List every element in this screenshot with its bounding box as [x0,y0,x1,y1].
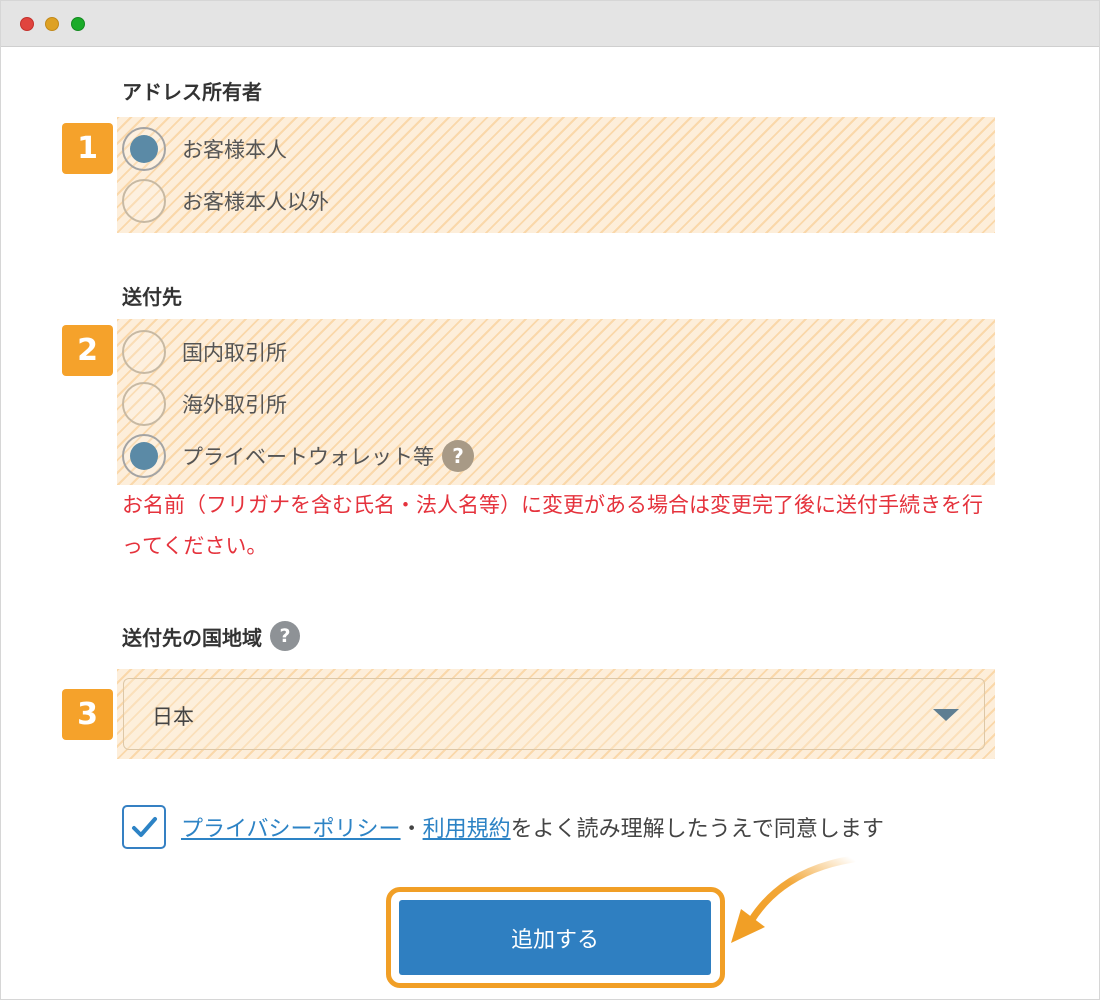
browser-window: アドレス所有者 1 お客様本人 お客様本人以外 送付先 2 国内取引所 海外取引… [0,0,1100,1000]
name-change-warning: お名前（フリガナを含む氏名・法人名等）に変更がある場合は変更完了後に送付手続きを… [122,493,983,558]
agreement-separator: ・ [400,817,423,842]
country-select-value: 日本 [152,705,194,729]
destination-option-label: 海外取引所 [182,393,287,417]
terms-of-use-link[interactable]: 利用規約 [423,817,511,842]
agreement-text: プライバシーポリシー・利用規約をよく読み理解したうえで同意します [181,811,884,843]
chevron-down-icon [933,709,959,721]
destination-option-overseas[interactable]: 海外取引所 [122,382,287,426]
owner-option-self[interactable]: お客様本人 [122,127,287,171]
radio-unchecked-icon[interactable] [122,330,166,374]
agreement-suffix: をよく読み理解したうえで同意します [510,817,884,842]
step-badge-1: 1 [62,123,113,174]
country-section-title: 送付先の国地域 [122,625,262,650]
minimize-window-button[interactable] [45,17,59,31]
agreement-checkbox[interactable] [122,805,166,849]
owner-option-label: お客様本人 [182,138,287,162]
add-button[interactable]: 追加する [399,900,711,975]
owner-option-label: お客様本人以外 [182,190,329,214]
destination-option-label: 国内取引所 [182,341,287,365]
radio-unchecked-icon[interactable] [122,382,166,426]
radio-checked-icon[interactable] [122,434,166,478]
privacy-policy-link[interactable]: プライバシーポリシー [181,817,401,842]
step-badge-2: 2 [62,325,113,376]
help-icon[interactable]: ? [442,440,474,472]
destination-option-domestic[interactable]: 国内取引所 [122,330,287,374]
country-section-header: 送付先の国地域 ? [122,621,300,651]
radio-unchecked-icon[interactable] [122,179,166,223]
destination-option-label: プライベートウォレット等 [182,445,434,469]
country-select[interactable]: 日本 [123,678,985,750]
window-titlebar [1,1,1099,47]
radio-checked-icon[interactable] [122,127,166,171]
owner-section-title: アドレス所有者 [122,80,262,104]
owner-option-other[interactable]: お客様本人以外 [122,179,329,223]
destination-option-private-wallet[interactable]: プライベートウォレット等 ? [122,434,474,478]
maximize-window-button[interactable] [71,17,85,31]
close-window-button[interactable] [20,17,34,31]
help-icon[interactable]: ? [270,621,300,651]
step-badge-3: 3 [62,689,113,740]
checkmark-icon [132,817,157,837]
pointer-arrow-icon [731,855,857,943]
destination-section-title: 送付先 [122,285,182,309]
